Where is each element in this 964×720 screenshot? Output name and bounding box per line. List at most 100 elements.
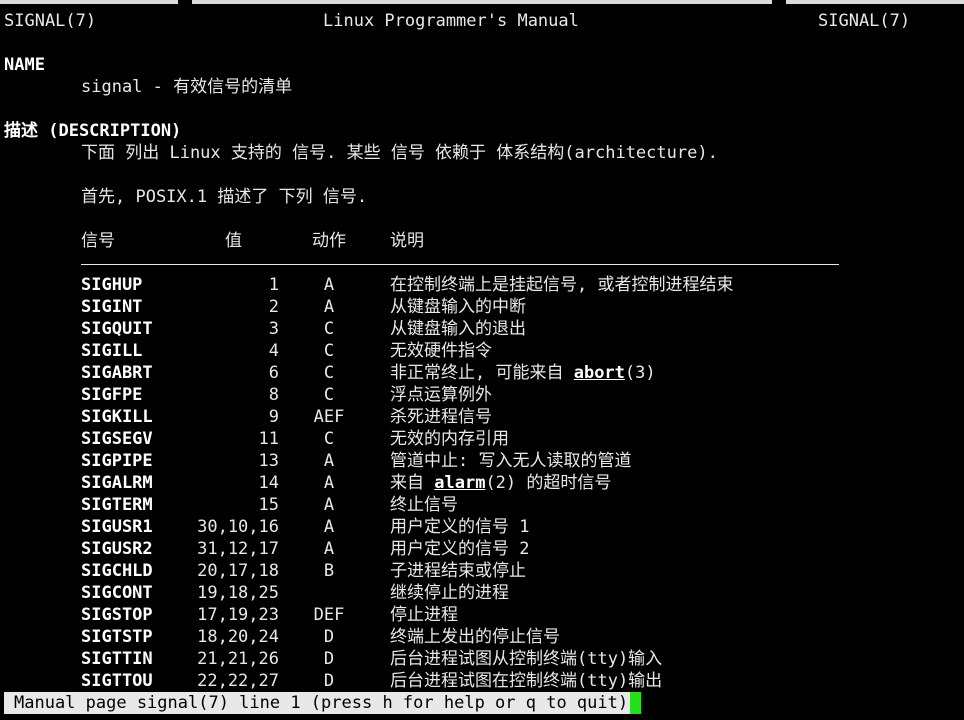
signal-action: A xyxy=(323,473,335,493)
signal-description-text: 从键盘输入的退出 xyxy=(390,319,526,339)
signal-name: SIGUSR1 xyxy=(81,517,153,537)
signal-action: A xyxy=(323,495,335,515)
signal-name: SIGCHLD xyxy=(81,561,153,581)
signal-name: SIGFPE xyxy=(81,385,143,405)
signal-action: B xyxy=(323,561,335,581)
signal-name: SIGKILL xyxy=(81,407,153,427)
description-para-2: 首先, POSIX.1 描述了 下列 信号. xyxy=(81,187,368,207)
signal-action: AEF xyxy=(313,407,345,427)
signal-value: 17,19,23 xyxy=(197,605,279,625)
signal-description: 终端上发出的停止信号 xyxy=(390,626,560,648)
signal-name: SIGTTOU xyxy=(81,671,153,691)
signal-action: C xyxy=(323,429,335,449)
signal-description-text: 用户定义的信号 1 xyxy=(390,517,530,537)
terminal-window[interactable]: SIGNAL(7) Linux Programmer's Manual SIGN… xyxy=(0,0,964,720)
signal-description-suffix: (2) 的超时信号 xyxy=(485,473,612,493)
table-header-value: 值 xyxy=(225,231,242,251)
signal-value: 8 xyxy=(268,385,279,405)
signal-value: 19,18,25 xyxy=(197,583,279,603)
signal-description: 从键盘输入的退出 xyxy=(390,318,526,340)
signal-description-text: 终端上发出的停止信号 xyxy=(390,627,560,647)
description-heading: 描述 (DESCRIPTION) xyxy=(4,121,182,141)
signal-name: SIGSTOP xyxy=(81,605,153,625)
signal-name: SIGUSR2 xyxy=(81,539,153,559)
signal-name: SIGHUP xyxy=(81,275,143,295)
signal-value: 21,21,26 xyxy=(197,649,279,669)
signal-value: 11 xyxy=(258,429,279,449)
signal-description-text: 浮点运算例外 xyxy=(390,385,492,405)
signal-description: 终止信号 xyxy=(390,494,458,516)
signal-value: 9 xyxy=(268,407,279,427)
signal-description: 用户定义的信号 1 xyxy=(390,516,529,538)
signal-value: 3 xyxy=(268,319,279,339)
signal-name: SIGABRT xyxy=(81,363,153,383)
signal-description-text: 管道中止: 写入无人读取的管道 xyxy=(390,451,632,471)
table-header-description: 说明 xyxy=(390,231,424,251)
signal-action: C xyxy=(323,319,335,339)
signal-name: SIGSEGV xyxy=(81,429,153,449)
signal-value: 6 xyxy=(268,363,279,383)
signal-description-text: 无效的内存引用 xyxy=(390,429,509,449)
signal-description-text: 杀死进程信号 xyxy=(390,407,492,427)
signal-description-text: 在控制终端上是挂起信号, 或者控制进程结束 xyxy=(390,275,734,295)
signal-description-text: 终止信号 xyxy=(390,495,458,515)
signal-description-text: 用户定义的信号 2 xyxy=(390,539,530,559)
signal-description: 后台进程试图在控制终端(tty)输出 xyxy=(390,670,662,692)
signal-action xyxy=(290,582,368,604)
signal-description-text: 后台进程试图在控制终端(tty)输出 xyxy=(390,671,663,691)
signal-action: C xyxy=(323,385,335,405)
table-rule xyxy=(81,264,839,265)
signal-description-text: 无效硬件指令 xyxy=(390,341,492,361)
signal-name: SIGILL xyxy=(81,341,143,361)
table-header-action: 动作 xyxy=(312,231,346,251)
name-text: signal - 有效信号的清单 xyxy=(81,77,293,97)
signal-description: 杀死进程信号 xyxy=(390,406,492,428)
signal-name: SIGPIPE xyxy=(81,451,153,471)
signal-action: C xyxy=(323,341,335,361)
signal-value: 20,17,18 xyxy=(197,561,279,581)
signal-name: SIGQUIT xyxy=(81,319,153,339)
signal-description: 来自 alarm(2) 的超时信号 xyxy=(390,472,611,494)
signal-value: 30,10,16 xyxy=(197,517,279,537)
signal-name: SIGTERM xyxy=(81,495,153,515)
signal-description-text: 从键盘输入的中断 xyxy=(390,297,526,317)
signal-action: A xyxy=(323,275,335,295)
signal-description: 在控制终端上是挂起信号, 或者控制进程结束 xyxy=(390,274,733,296)
signal-name: SIGCONT xyxy=(81,583,153,603)
signal-action: D xyxy=(323,671,335,691)
signal-value: 22,22,27 xyxy=(197,671,279,691)
signal-description-text: 来自 xyxy=(390,473,435,493)
signal-action: C xyxy=(323,363,335,383)
man-header-title: Linux Programmer's Manual xyxy=(323,11,579,31)
signal-value: 13 xyxy=(258,451,279,471)
signal-description: 非正常终止, 可能来自 abort(3) xyxy=(390,362,656,384)
signal-value: 1 xyxy=(268,275,279,295)
signal-value: 14 xyxy=(258,473,279,493)
man-page-reference-link[interactable]: alarm xyxy=(434,473,485,493)
man-header-right: SIGNAL(7) xyxy=(818,11,911,31)
signal-action: A xyxy=(323,517,335,537)
signal-action: A xyxy=(323,297,335,317)
signal-description-text: 后台进程试图从控制终端(tty)输入 xyxy=(390,649,663,669)
top-strip-segment xyxy=(786,0,964,4)
signal-name: SIGALRM xyxy=(81,473,153,493)
signal-description-suffix: (3) xyxy=(624,363,656,383)
signal-description-text: 继续停止的进程 xyxy=(390,583,509,603)
terminal-cursor xyxy=(630,692,642,714)
signal-value: 2 xyxy=(268,297,279,317)
signal-description: 从键盘输入的中断 xyxy=(390,296,526,318)
man-page-reference-link[interactable]: abort xyxy=(574,363,625,383)
man-header-left: SIGNAL(7) xyxy=(4,11,97,31)
signal-action: D xyxy=(323,627,335,647)
signal-value: 31,12,17 xyxy=(197,539,279,559)
signal-value: 15 xyxy=(258,495,279,515)
signal-description: 无效的内存引用 xyxy=(390,428,509,450)
signal-name: SIGINT xyxy=(81,297,143,317)
signal-description: 管道中止: 写入无人读取的管道 xyxy=(390,450,631,472)
table-header-signal: 信号 xyxy=(81,231,115,251)
top-strip-segment xyxy=(0,0,178,4)
signal-action: A xyxy=(323,451,335,471)
signal-value: 4 xyxy=(268,341,279,361)
signal-value: 18,20,24 xyxy=(197,627,279,647)
signal-description: 无效硬件指令 xyxy=(390,340,492,362)
